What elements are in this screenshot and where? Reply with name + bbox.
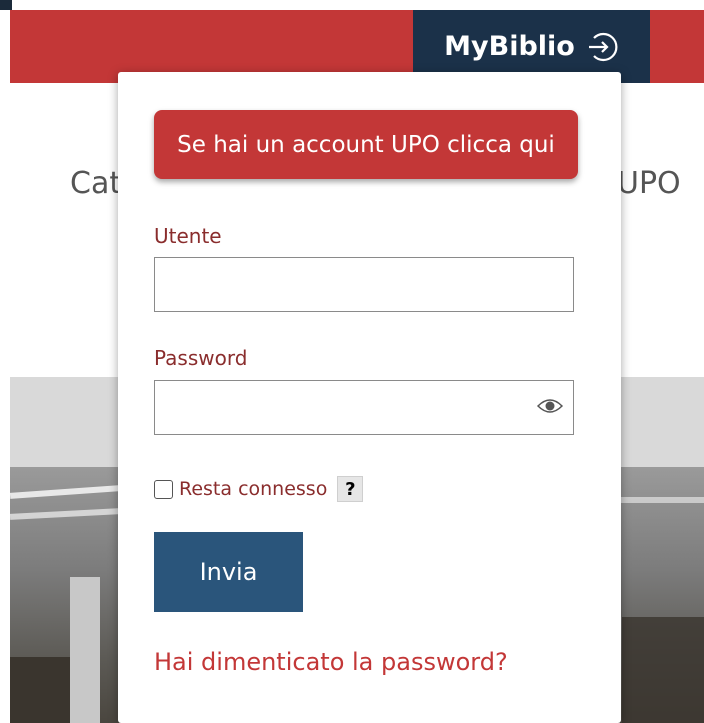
help-icon[interactable]: ? [337, 476, 364, 502]
upo-login-label: Se hai un account UPO clicca qui [177, 131, 555, 158]
background-heading-left: Cat [70, 166, 122, 201]
submit-label: Invia [199, 558, 258, 586]
login-panel: Se hai un account UPO clicca qui Utente … [118, 72, 621, 723]
top-left-mark [0, 0, 12, 10]
password-label: Password [154, 346, 248, 370]
submit-button[interactable]: Invia [154, 532, 303, 612]
background-heading-right: UPO [617, 166, 681, 201]
upo-login-button[interactable]: Se hai un account UPO clicca qui [154, 110, 578, 179]
password-input[interactable] [155, 381, 573, 434]
remember-me: Resta connesso ? [154, 476, 364, 502]
username-input[interactable] [155, 258, 573, 311]
password-field-box [154, 380, 574, 435]
remember-checkbox[interactable] [154, 479, 173, 499]
username-label: Utente [154, 224, 222, 248]
eye-icon[interactable] [536, 396, 564, 420]
mybiblio-label: MyBiblio [444, 31, 575, 62]
sign-in-icon [585, 30, 619, 64]
username-field-box [154, 257, 574, 312]
remember-label: Resta connesso [179, 478, 328, 500]
forgot-password-link[interactable]: Hai dimenticato la password? [154, 648, 508, 676]
